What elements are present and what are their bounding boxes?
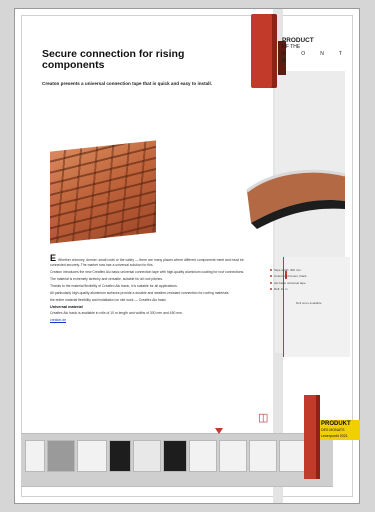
bottom-badge-line-3: Leserpunkt 2021 — [321, 434, 348, 438]
body-paragraph: Creaflex Alu basic is available in rolls… — [50, 311, 183, 316]
bullet-dot — [270, 275, 272, 278]
thumbnail[interactable] — [47, 440, 75, 472]
thumbnail[interactable] — [77, 440, 107, 472]
bullet-dot — [270, 269, 272, 271]
badge-letter: T — [338, 51, 342, 57]
thumbnail[interactable] — [25, 440, 45, 472]
badge-month-letters: M O N T — [282, 51, 342, 58]
side-note-text: Tape width: 300 mm — [274, 268, 301, 272]
side-note-text: Alu basic universal tape — [274, 280, 306, 285]
connection-tape-photo — [246, 169, 346, 229]
side-note: Alu basic universal tape — [270, 281, 342, 285]
article-link[interactable]: creaton.de — [50, 318, 66, 322]
body-paragraph: Creaton introduces the new Creaflex Alu … — [50, 269, 245, 274]
thumbnail[interactable] — [163, 440, 187, 472]
bullet-dot — [270, 281, 272, 284]
drop-cap: E — [50, 253, 57, 263]
side-note-text: Colour: red brown, black — [274, 274, 307, 279]
badge-line-1: PRODUCT — [282, 37, 314, 44]
badge-line-4: H — [282, 58, 286, 64]
section-subheading: Universal material — [50, 304, 83, 309]
product-of-month-badge: PRODUCT OF THE M O N T H — [282, 37, 358, 65]
thumbnail[interactable] — [189, 440, 217, 472]
thumbnail[interactable] — [133, 440, 161, 472]
side-note: Colour: red brown, black — [270, 274, 342, 278]
thumbnail[interactable] — [219, 440, 247, 472]
body-paragraph: All particularly high-quality aluminium … — [50, 290, 230, 295]
article-subtitle: Creaton presents a universal connection … — [42, 81, 213, 86]
thumbnail[interactable] — [249, 440, 277, 472]
badge-letter: N — [320, 51, 324, 57]
roof-tiles-photo — [50, 140, 156, 244]
side-notes: Tape width: 300 mm Colour: red brown, bl… — [270, 268, 342, 294]
article-body: E Whether chimney, dormer, small roofs or… — [50, 254, 255, 325]
body-paragraph: The material is extremely stretchy and v… — [50, 276, 164, 281]
bottom-badge-ribbon — [304, 395, 320, 479]
body-paragraph: Thanks to the material flexibility of Cr… — [50, 283, 178, 288]
info-box-note: Roll sizes available — [296, 301, 322, 305]
thumbnail[interactable] — [109, 440, 131, 472]
badge-line-2: OF THE — [282, 44, 301, 50]
side-note: Tape width: 300 mm — [270, 268, 342, 272]
document-icon: ◫ — [258, 412, 269, 424]
body-paragraph: the entire material flexibility and inst… — [50, 297, 167, 302]
current-page-marker — [215, 428, 223, 434]
badge-letter: O — [301, 51, 306, 57]
article-title: Secure connection for rising components — [42, 48, 185, 71]
product-badge-ribbon — [251, 14, 277, 88]
badge-letter: M — [282, 51, 287, 57]
bullet-dot — [270, 288, 272, 291]
side-note-text: Roll: 10 m — [274, 287, 288, 292]
side-note: Roll: 10 m — [270, 287, 342, 291]
body-paragraph: Whether chimney, dormer, small roofs or … — [50, 258, 244, 267]
produkt-des-monats-badge: PRODUKT DES MONATS Leserpunkt 2021 — [321, 421, 361, 439]
